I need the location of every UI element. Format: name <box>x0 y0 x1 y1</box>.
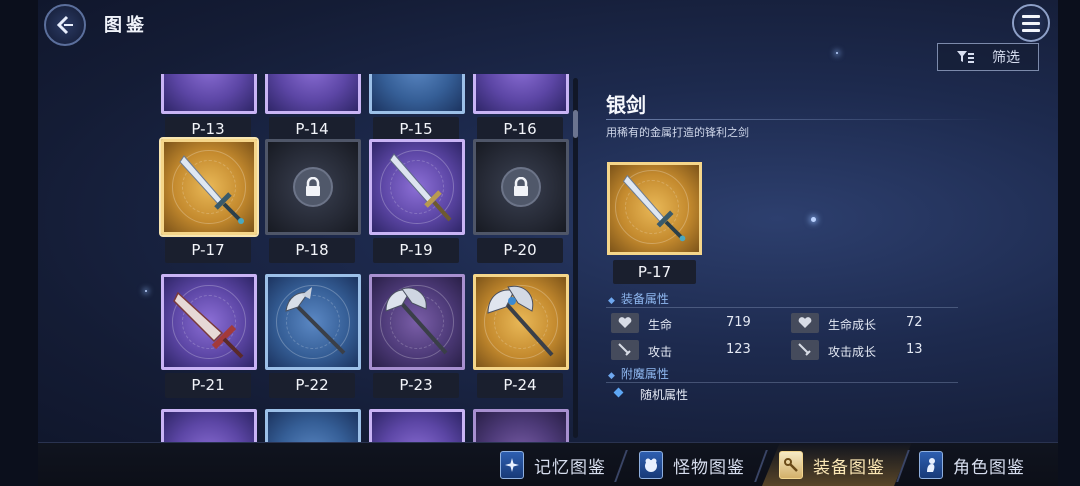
menu-button[interactable] <box>1012 4 1050 42</box>
equipment-grid[interactable]: P-13 P-14 P-15 P-16 P-17 P-18 P-19 P-20 … <box>155 74 575 442</box>
heart-icon <box>611 313 639 333</box>
grid-card[interactable] <box>161 409 257 442</box>
sparkle-icon <box>811 217 816 222</box>
grid-card[interactable]: P-17 <box>161 139 257 263</box>
memory-icon <box>500 451 524 479</box>
random-attr-label: 随机属性 <box>640 388 689 402</box>
grid-card-locked[interactable]: P-18 <box>265 139 361 263</box>
menu-icon <box>1022 14 1040 18</box>
grid-card[interactable] <box>265 409 361 442</box>
lock-icon <box>293 167 333 207</box>
sword-icon <box>791 340 819 360</box>
tab-label: 怪物图鉴 <box>673 457 745 478</box>
grid-card[interactable]: P-23 <box>369 274 465 398</box>
tab-character[interactable]: 角色图鉴 <box>919 447 1025 483</box>
card-code: P-22 <box>269 373 355 398</box>
axe-icon <box>285 287 346 355</box>
double-axe-icon <box>385 287 448 355</box>
sword-icon <box>611 340 639 360</box>
stat-value: 13 <box>906 342 923 357</box>
grid-card-locked[interactable]: P-20 <box>473 139 569 263</box>
grid-card[interactable] <box>473 409 569 442</box>
item-name: 银剑 <box>606 93 646 117</box>
grid-card[interactable]: P-13 <box>161 74 257 142</box>
tab-memory[interactable]: 记忆图鉴 <box>500 447 606 483</box>
tab-label: 角色图鉴 <box>953 457 1025 478</box>
grid-card[interactable] <box>369 409 465 442</box>
right-border <box>1058 0 1080 486</box>
card-code: P-19 <box>373 238 459 263</box>
grid-card[interactable]: P-21 <box>161 274 257 398</box>
enchant-attr-header: ◆ 附魔属性 <box>608 367 669 381</box>
filter-label: 筛选 <box>992 50 1020 66</box>
sword-icon <box>622 174 686 242</box>
stat-value: 719 <box>726 315 751 330</box>
character-icon <box>919 451 943 479</box>
heart-icon <box>791 313 819 333</box>
equip-attr-header: ◆ 装备属性 <box>608 292 669 306</box>
divider <box>606 307 958 308</box>
card-code: P-17 <box>165 238 251 263</box>
grid-card[interactable]: P-15 <box>369 74 465 142</box>
tab-label: 记忆图鉴 <box>534 457 606 478</box>
broadsword-icon <box>173 291 244 359</box>
item-code: P-17 <box>613 260 696 284</box>
sword-icon <box>179 155 244 224</box>
stat-label: 攻击成长 <box>828 345 877 359</box>
lock-icon <box>501 167 541 207</box>
sparkle-icon <box>145 290 147 292</box>
tab-monster[interactable]: 怪物图鉴 <box>639 447 745 483</box>
double-axe-icon <box>487 285 554 357</box>
stat-label: 生命 <box>648 318 673 332</box>
left-border <box>0 0 38 486</box>
card-code: P-18 <box>269 238 355 263</box>
diamond-bullet-icon <box>613 387 624 398</box>
divider <box>606 382 958 383</box>
back-arrow-icon <box>56 15 73 35</box>
item-description: 用稀有的金属打造的锋利之剑 <box>606 126 749 139</box>
card-code: P-20 <box>477 238 563 263</box>
tab-equipment[interactable]: 装备图鉴 <box>779 447 885 483</box>
sword-icon <box>389 153 452 222</box>
item-preview <box>607 162 702 255</box>
card-code: P-21 <box>165 373 251 398</box>
grid-card[interactable]: P-24 <box>473 274 569 398</box>
card-code: P-23 <box>373 373 459 398</box>
grid-card[interactable]: P-19 <box>369 139 465 263</box>
back-button[interactable] <box>44 4 86 46</box>
filter-button[interactable]: 筛选 <box>937 43 1039 71</box>
grid-card[interactable]: P-16 <box>473 74 569 142</box>
card-code: P-24 <box>477 373 563 398</box>
sparkle-icon <box>836 52 838 54</box>
stat-value: 123 <box>726 342 751 357</box>
stat-label: 生命成长 <box>828 318 877 332</box>
stat-label: 攻击 <box>648 345 673 359</box>
scrollbar-thumb[interactable] <box>573 110 578 138</box>
page-title: 图鉴 <box>104 15 148 36</box>
divider <box>606 119 991 120</box>
filter-icon <box>957 51 974 63</box>
monster-icon <box>639 451 663 479</box>
grid-card[interactable]: P-14 <box>265 74 361 142</box>
tab-label: 装备图鉴 <box>813 457 885 478</box>
stat-value: 72 <box>906 315 923 330</box>
equipment-icon <box>779 451 803 479</box>
grid-card[interactable]: P-22 <box>265 274 361 398</box>
